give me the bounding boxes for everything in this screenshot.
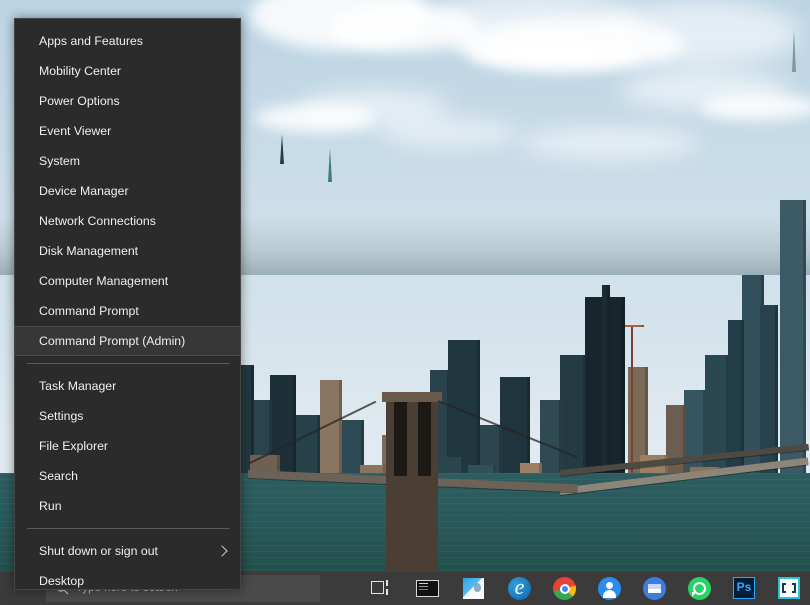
menu-item-device-manager[interactable]: Device Manager: [15, 176, 240, 206]
menu-item-label: Mobility Center: [39, 64, 122, 78]
people-icon[interactable]: [598, 577, 621, 600]
menu-item-label: System: [39, 154, 80, 168]
art-deco-spire: [280, 134, 284, 164]
menu-separator: [27, 363, 230, 364]
bridge-tower-arch: [418, 398, 431, 476]
menu-item-label: Task Manager: [39, 379, 117, 393]
menu-item-command-prompt[interactable]: Command Prompt: [15, 296, 240, 326]
menu-item-label: Command Prompt (Admin): [39, 334, 186, 348]
brackets-icon[interactable]: [778, 577, 801, 600]
photos-icon[interactable]: [463, 577, 486, 600]
command-prompt-icon[interactable]: [416, 577, 439, 600]
menu-item-command-prompt-admin[interactable]: Command Prompt (Admin): [15, 326, 240, 356]
menu-item-label: Search: [39, 469, 78, 483]
menu-item-desktop[interactable]: Desktop: [15, 566, 240, 596]
menu-item-run[interactable]: Run: [15, 491, 240, 521]
menu-item-label: Power Options: [39, 94, 120, 108]
menu-item-mobility-center[interactable]: Mobility Center: [15, 56, 240, 86]
menu-item-label: Shut down or sign out: [39, 544, 158, 558]
chevron-right-icon: [216, 545, 228, 557]
art-deco-spire: [328, 148, 332, 182]
menu-item-label: File Explorer: [39, 439, 109, 453]
antenna-spire: [792, 30, 796, 72]
menu-item-system[interactable]: System: [15, 146, 240, 176]
bridge-tower-arch: [394, 398, 407, 476]
menu-item-task-manager[interactable]: Task Manager: [15, 371, 240, 401]
menu-item-file-explorer[interactable]: File Explorer: [15, 431, 240, 461]
menu-item-settings[interactable]: Settings: [15, 401, 240, 431]
menu-item-label: Disk Management: [39, 244, 139, 258]
menu-item-event-viewer[interactable]: Event Viewer: [15, 116, 240, 146]
menu-item-label: Computer Management: [39, 274, 169, 288]
menu-item-label: Command Prompt: [39, 304, 139, 318]
menu-item-label: Apps and Features: [39, 34, 143, 48]
chrome-icon[interactable]: [553, 577, 576, 600]
screen: Type here to search: [0, 0, 810, 605]
menu-item-power-options[interactable]: Power Options: [15, 86, 240, 116]
menu-item-computer-management[interactable]: Computer Management: [15, 266, 240, 296]
task-view-icon[interactable]: [370, 577, 393, 600]
menu-item-search[interactable]: Search: [15, 461, 240, 491]
menu-item-label: Event Viewer: [39, 124, 112, 138]
photoshop-glyph: Ps: [736, 580, 752, 594]
menu-item-apps-and-features[interactable]: Apps and Features: [15, 26, 240, 56]
menu-item-label: Settings: [39, 409, 84, 423]
menu-item-label: Network Connections: [39, 214, 156, 228]
mail-icon[interactable]: [643, 577, 666, 600]
menu-item-label: Run: [39, 499, 62, 513]
photoshop-icon[interactable]: Ps: [733, 577, 756, 600]
menu-item-label: Device Manager: [39, 184, 129, 198]
menu-separator: [27, 528, 230, 529]
whatsapp-icon[interactable]: [688, 577, 711, 600]
menu-item-network-connections[interactable]: Network Connections: [15, 206, 240, 236]
menu-item-shut-down-or-sign-out[interactable]: Shut down or sign out: [15, 536, 240, 566]
winx-power-user-menu: Apps and Features Mobility Center Power Op…: [14, 18, 241, 590]
edge-icon[interactable]: [508, 577, 531, 600]
bridge-tower-cap: [382, 392, 442, 402]
menu-item-disk-management[interactable]: Disk Management: [15, 236, 240, 266]
menu-item-label: Desktop: [39, 574, 85, 588]
